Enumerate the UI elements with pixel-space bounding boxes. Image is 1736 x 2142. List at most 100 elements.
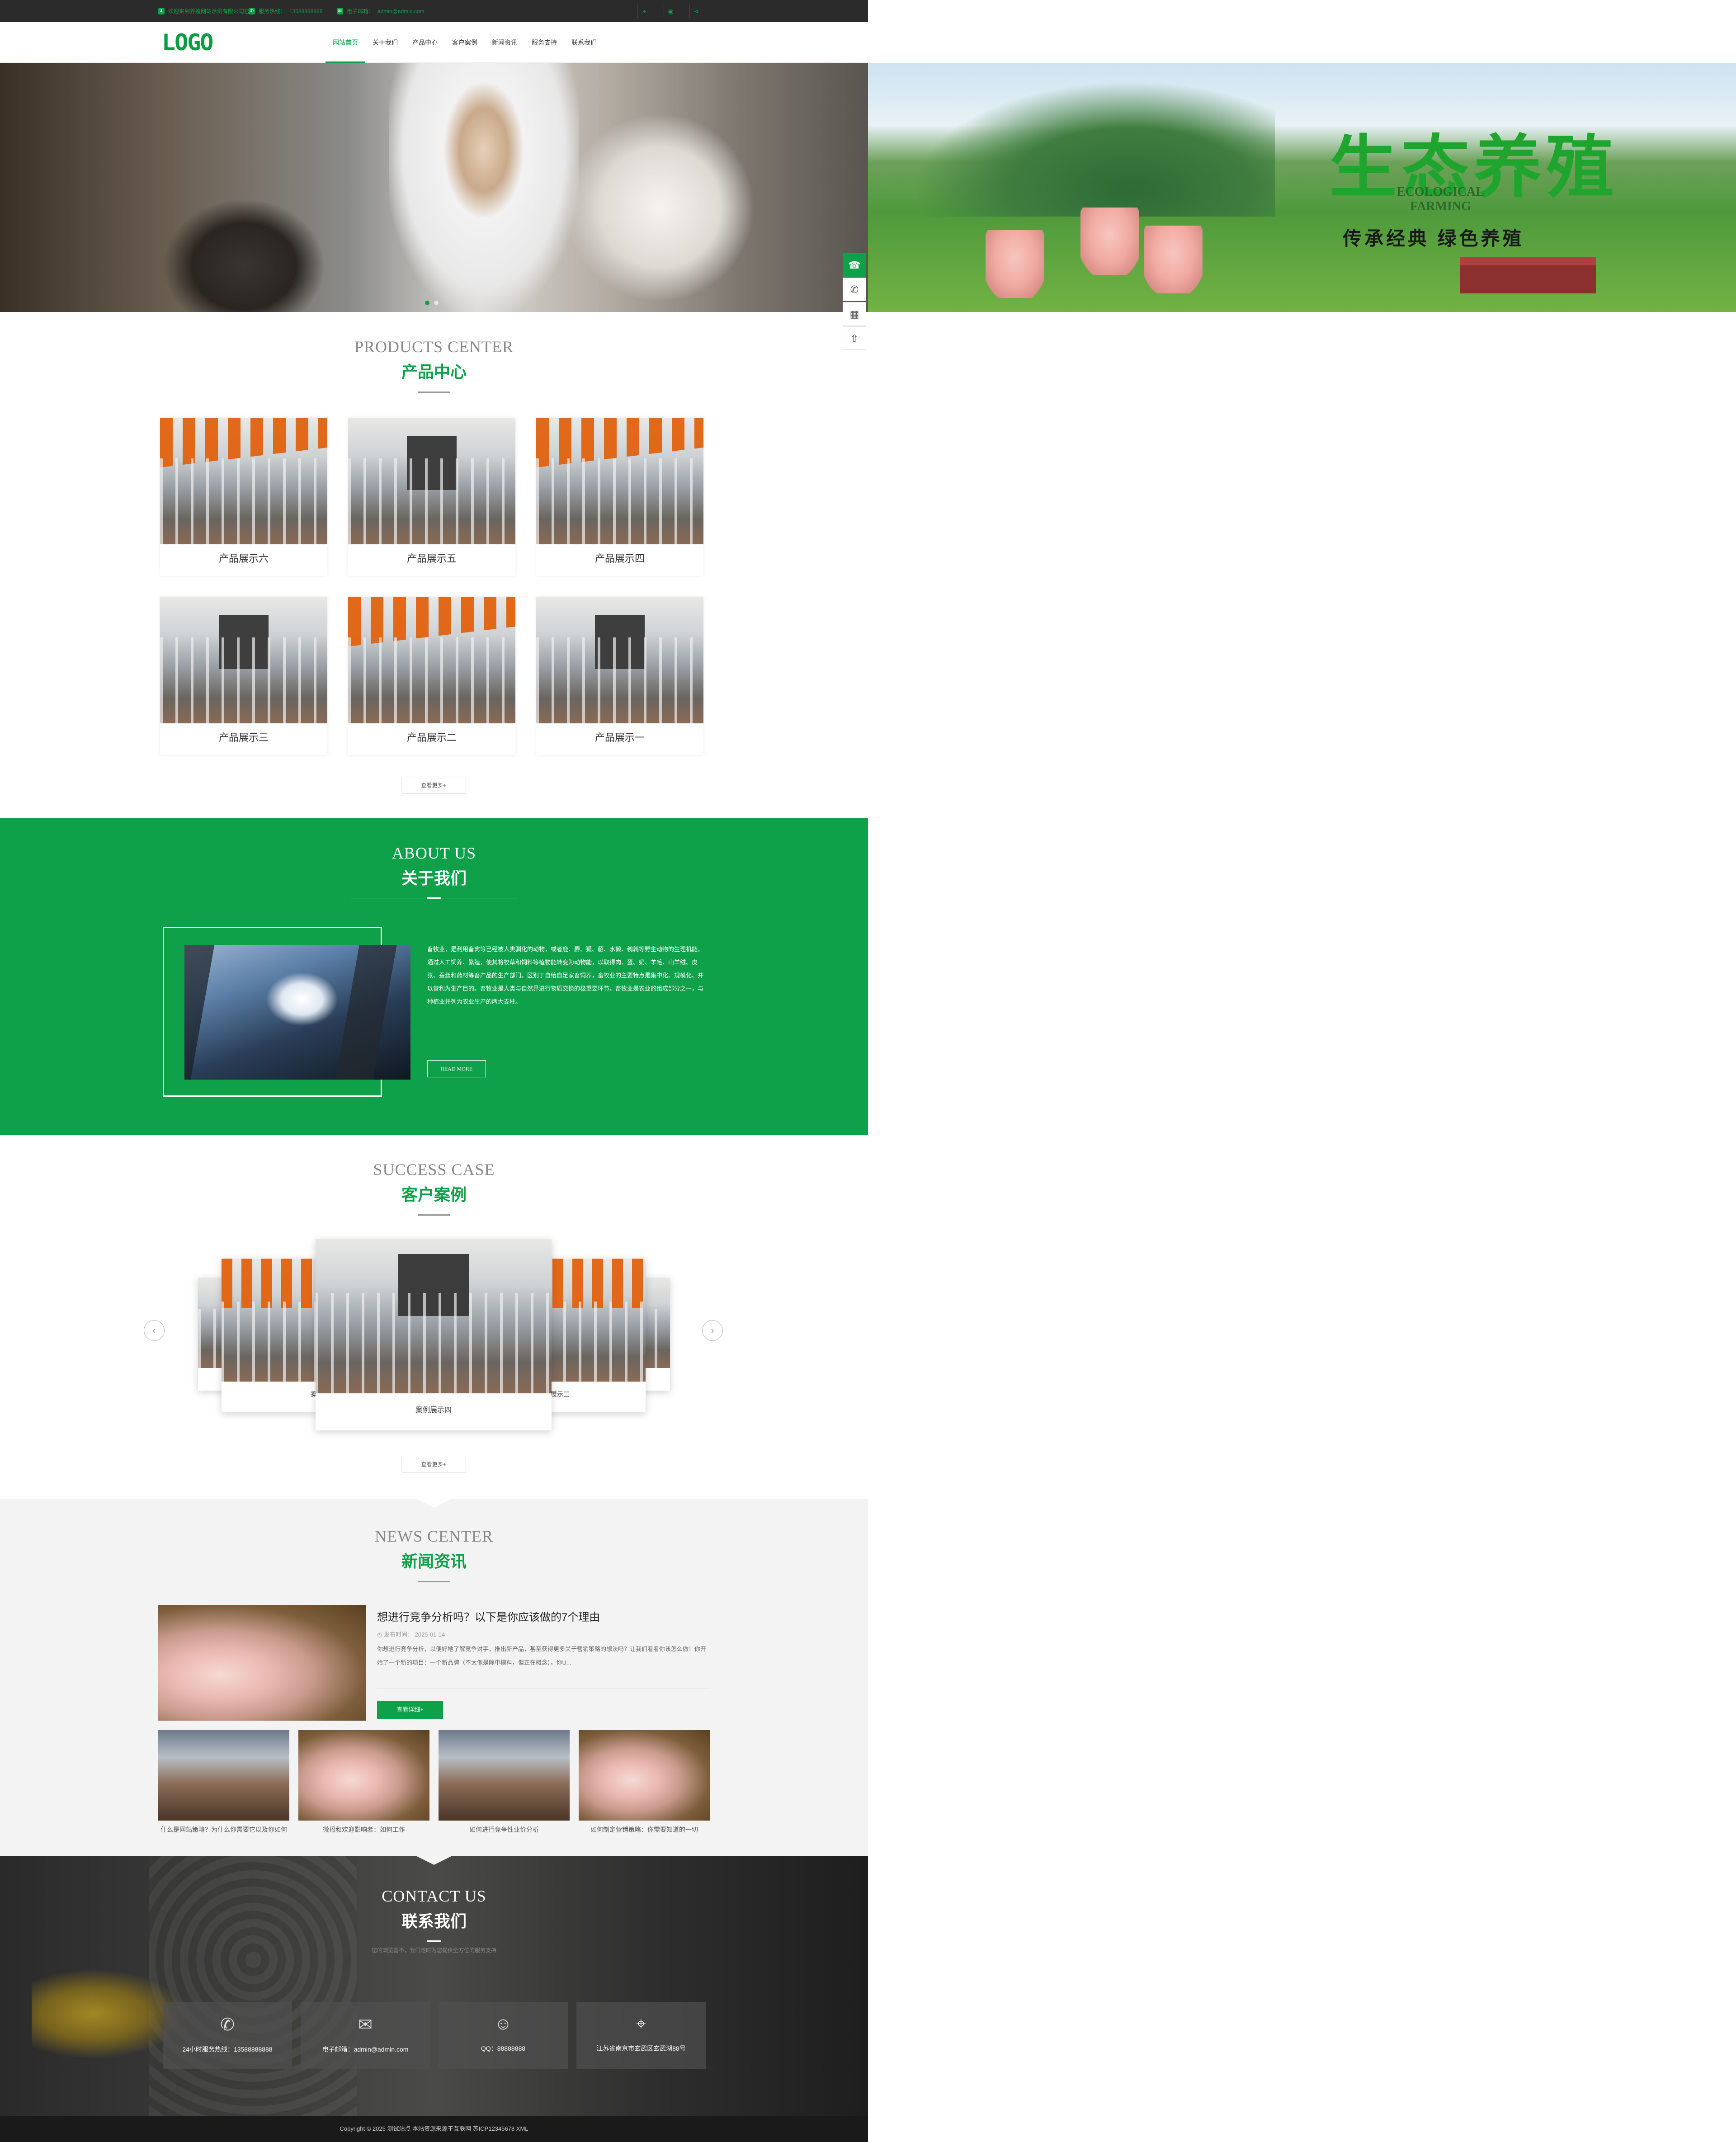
carousel-next-icon[interactable]: › bbox=[702, 1320, 723, 1341]
section-cn-title: 客户案例 bbox=[401, 1185, 467, 1204]
product-caption: 产品展示五 bbox=[406, 553, 457, 564]
topbar-hotline: ✆ 服务热线： 13588888888 bbox=[249, 7, 322, 15]
banner-dot[interactable] bbox=[434, 301, 439, 305]
customer-service-icon[interactable]: ☎ bbox=[843, 253, 866, 277]
nav-support[interactable]: 服务支持 bbox=[524, 22, 564, 63]
nav-home[interactable]: 网站首页 bbox=[326, 22, 365, 63]
section-en-title: NEWS CENTER bbox=[375, 1527, 493, 1545]
cases-more-button[interactable]: 查看更多+ bbox=[401, 1456, 466, 1473]
news-thumb-image bbox=[298, 1730, 429, 1821]
copyright-text: Copyright © 2025 测试站点 本站资源来源于互联网 苏ICP123… bbox=[340, 2125, 528, 2132]
contact-box-address[interactable]: ⌖ 江苏省南京市玄武区玄武湖88号 bbox=[576, 2002, 706, 2069]
case-caption: 案例展示四 bbox=[415, 1406, 452, 1414]
cow-image-left bbox=[163, 198, 326, 312]
banner-dots bbox=[425, 301, 439, 305]
products-more-button[interactable]: 查看更多+ bbox=[401, 777, 466, 794]
product-card[interactable]: 产品展示二 bbox=[348, 597, 515, 755]
pig-image bbox=[986, 230, 1044, 298]
product-card[interactable]: 产品展示六 bbox=[160, 418, 327, 576]
download-icon: ⬇ bbox=[158, 8, 165, 14]
section-cn-title: 新闻资讯 bbox=[401, 1552, 467, 1571]
hero-banner-1[interactable] bbox=[0, 63, 868, 312]
product-image bbox=[536, 597, 703, 723]
section-notch bbox=[416, 1856, 452, 1865]
news-thumb-title[interactable]: 如何进行竞争性业价分析 bbox=[439, 1825, 570, 1834]
nav-products[interactable]: 产品中心 bbox=[405, 22, 445, 63]
footer: Copyright © 2025 测试站点 本站资源来源于互联网 苏ICP123… bbox=[0, 2116, 868, 2142]
section-cn-title: 产品中心 bbox=[401, 363, 467, 381]
mountain-image bbox=[913, 81, 1275, 217]
product-image bbox=[348, 418, 515, 544]
news-featured-title[interactable]: 想进行竞争分析吗？以下是你应该做的7个理由 bbox=[377, 1608, 600, 1624]
company-text: 欢迎来到养殖网站示例有限公司官网 bbox=[168, 8, 255, 14]
news-heading: NEWS CENTER 新闻资讯 bbox=[0, 1527, 868, 1582]
read-more-button[interactable]: READ MORE bbox=[427, 1060, 486, 1077]
contact-box-text: 江苏省南京市玄武区玄武湖88号 bbox=[596, 2045, 686, 2052]
news-featured-image[interactable] bbox=[158, 1605, 366, 1721]
main-nav: 网站首页 关于我们 产品中心 客户案例 新闻资讯 服务支持 联系我们 bbox=[326, 22, 604, 63]
pig-image bbox=[1144, 226, 1203, 293]
news-thumb-title[interactable]: 微招和欢迎影响者：如何工作 bbox=[298, 1825, 429, 1834]
map-pin-icon[interactable]: ⌖ bbox=[637, 5, 651, 18]
logo[interactable]: LOGO bbox=[162, 29, 225, 56]
about-section: ABOUT US 关于我们 畜牧业，是利用畜禽等已经被人类驯化的动物，或者鹿、麝… bbox=[0, 818, 868, 1135]
product-card[interactable]: 产品展示一 bbox=[536, 597, 703, 755]
nav-contact[interactable]: 联系我们 bbox=[564, 22, 604, 63]
products-heading: PRODUCTS CENTER 产品中心 bbox=[0, 337, 868, 393]
divider bbox=[418, 1214, 450, 1216]
banner-en-line1: ECOLOGICAL bbox=[1397, 185, 1484, 199]
product-card[interactable]: 产品展示四 bbox=[536, 418, 703, 576]
phone-icon: ✆ bbox=[249, 8, 255, 14]
header: LOGO 网站首页 关于我们 产品中心 客户案例 新闻资讯 服务支持 联系我们 bbox=[0, 22, 868, 63]
news-thumb-title[interactable]: 什么是网站策略？为什么你需要它以及你如何 bbox=[158, 1825, 289, 1834]
topbar: ⬇ 欢迎来到养殖网站示例有限公司官网 ✆ 服务热线： 13588888888 ✉… bbox=[0, 0, 868, 22]
news-detail-button[interactable]: 查看详细+ bbox=[377, 1701, 443, 1719]
phone-icon[interactable]: ✆ bbox=[843, 278, 866, 301]
share-icon[interactable]: ⋖ bbox=[689, 5, 703, 18]
contact-box-qq[interactable]: ☺ QQ：88888888 bbox=[439, 2002, 568, 2069]
wechat-icon[interactable]: ◉ bbox=[664, 5, 677, 18]
email-value[interactable]: admin@admin.com bbox=[377, 8, 425, 14]
product-caption: 产品展示三 bbox=[218, 732, 269, 743]
product-caption: 产品展示六 bbox=[218, 553, 269, 564]
product-card[interactable]: 产品展示三 bbox=[160, 597, 327, 755]
date-label: 发布时间： bbox=[383, 1631, 413, 1638]
nav-about[interactable]: 关于我们 bbox=[365, 22, 405, 63]
news-date: ◷ 发布时间： 2025-01-14 bbox=[377, 1630, 445, 1638]
news-thumb-image bbox=[439, 1730, 570, 1821]
qq-icon: ☺ bbox=[494, 2015, 512, 2033]
product-image bbox=[160, 418, 327, 544]
section-en-title: SUCCESS CASE bbox=[373, 1161, 495, 1179]
news-thumb[interactable]: 如何进行竞争性业价分析 bbox=[439, 1730, 570, 1833]
contact-box-text: 电子邮箱：admin@admin.com bbox=[322, 2046, 409, 2053]
hero-banner-2[interactable]: 生态养殖 ECOLOGICAL FARMING 传承经典 绿色养殖 bbox=[868, 63, 1736, 312]
news-featured-desc: 你想进行竞争分析，以便好地了解竞争对手，推出新产品，甚至获得更多关于营销策略的想… bbox=[377, 1646, 707, 1666]
product-caption: 产品展示二 bbox=[406, 732, 457, 743]
floating-toolbar: ☎ ✆ ▦ ⇧ bbox=[843, 253, 866, 351]
banner-subtitle: 传承经典 绿色养殖 bbox=[1343, 228, 1524, 249]
news-section: NEWS CENTER 新闻资讯 想进行竞争分析吗？以下是你应该做的7个理由 ◷… bbox=[0, 1499, 868, 1856]
mail-icon: ✉ bbox=[337, 8, 343, 14]
news-thumb[interactable]: 什么是网站策略？为什么你需要它以及你如何 bbox=[158, 1730, 289, 1833]
contact-section: CONTACT US 联系我们 您的浏览器不，我们随时为您提供全方位的服务支持 … bbox=[0, 1856, 868, 2116]
case-card-active[interactable]: 案例展示四 bbox=[316, 1239, 552, 1430]
product-card[interactable]: 产品展示五 bbox=[348, 418, 515, 576]
qrcode-icon[interactable]: ▦ bbox=[843, 302, 866, 326]
news-thumb[interactable]: 如何制定营销策略：你需要知道的一切 bbox=[579, 1730, 710, 1833]
product-image bbox=[348, 597, 515, 723]
banner-dot[interactable] bbox=[425, 301, 429, 305]
nav-cases[interactable]: 客户案例 bbox=[445, 22, 485, 63]
banner-en-title: ECOLOGICAL FARMING bbox=[1397, 185, 1484, 214]
carousel-prev-icon[interactable]: ‹ bbox=[144, 1320, 165, 1341]
topbar-company: ⬇ 欢迎来到养殖网站示例有限公司官网 bbox=[158, 7, 255, 15]
news-thumb-title[interactable]: 如何制定营销策略：你需要知道的一切 bbox=[579, 1825, 710, 1834]
contact-box-email[interactable]: ✉ 电子邮箱：admin@admin.com bbox=[301, 2002, 430, 2069]
contact-subtitle: 您的浏览器不，我们随时为您提供全方位的服务支持 bbox=[371, 1947, 496, 1953]
divider bbox=[418, 1581, 450, 1582]
contact-box-phone[interactable]: ✆ 24小时服务热线：13588888888 bbox=[163, 2002, 292, 2069]
news-thumb[interactable]: 微招和欢迎影响者：如何工作 bbox=[298, 1730, 429, 1833]
news-thumb-image bbox=[158, 1730, 289, 1821]
pig-image bbox=[1080, 208, 1139, 275]
about-text: 畜牧业，是利用畜禽等已经被人类驯化的动物，或者鹿、麝、狐、貂、水獭、鹌鹑等野生动… bbox=[427, 946, 704, 1005]
nav-news[interactable]: 新闻资讯 bbox=[485, 22, 524, 63]
